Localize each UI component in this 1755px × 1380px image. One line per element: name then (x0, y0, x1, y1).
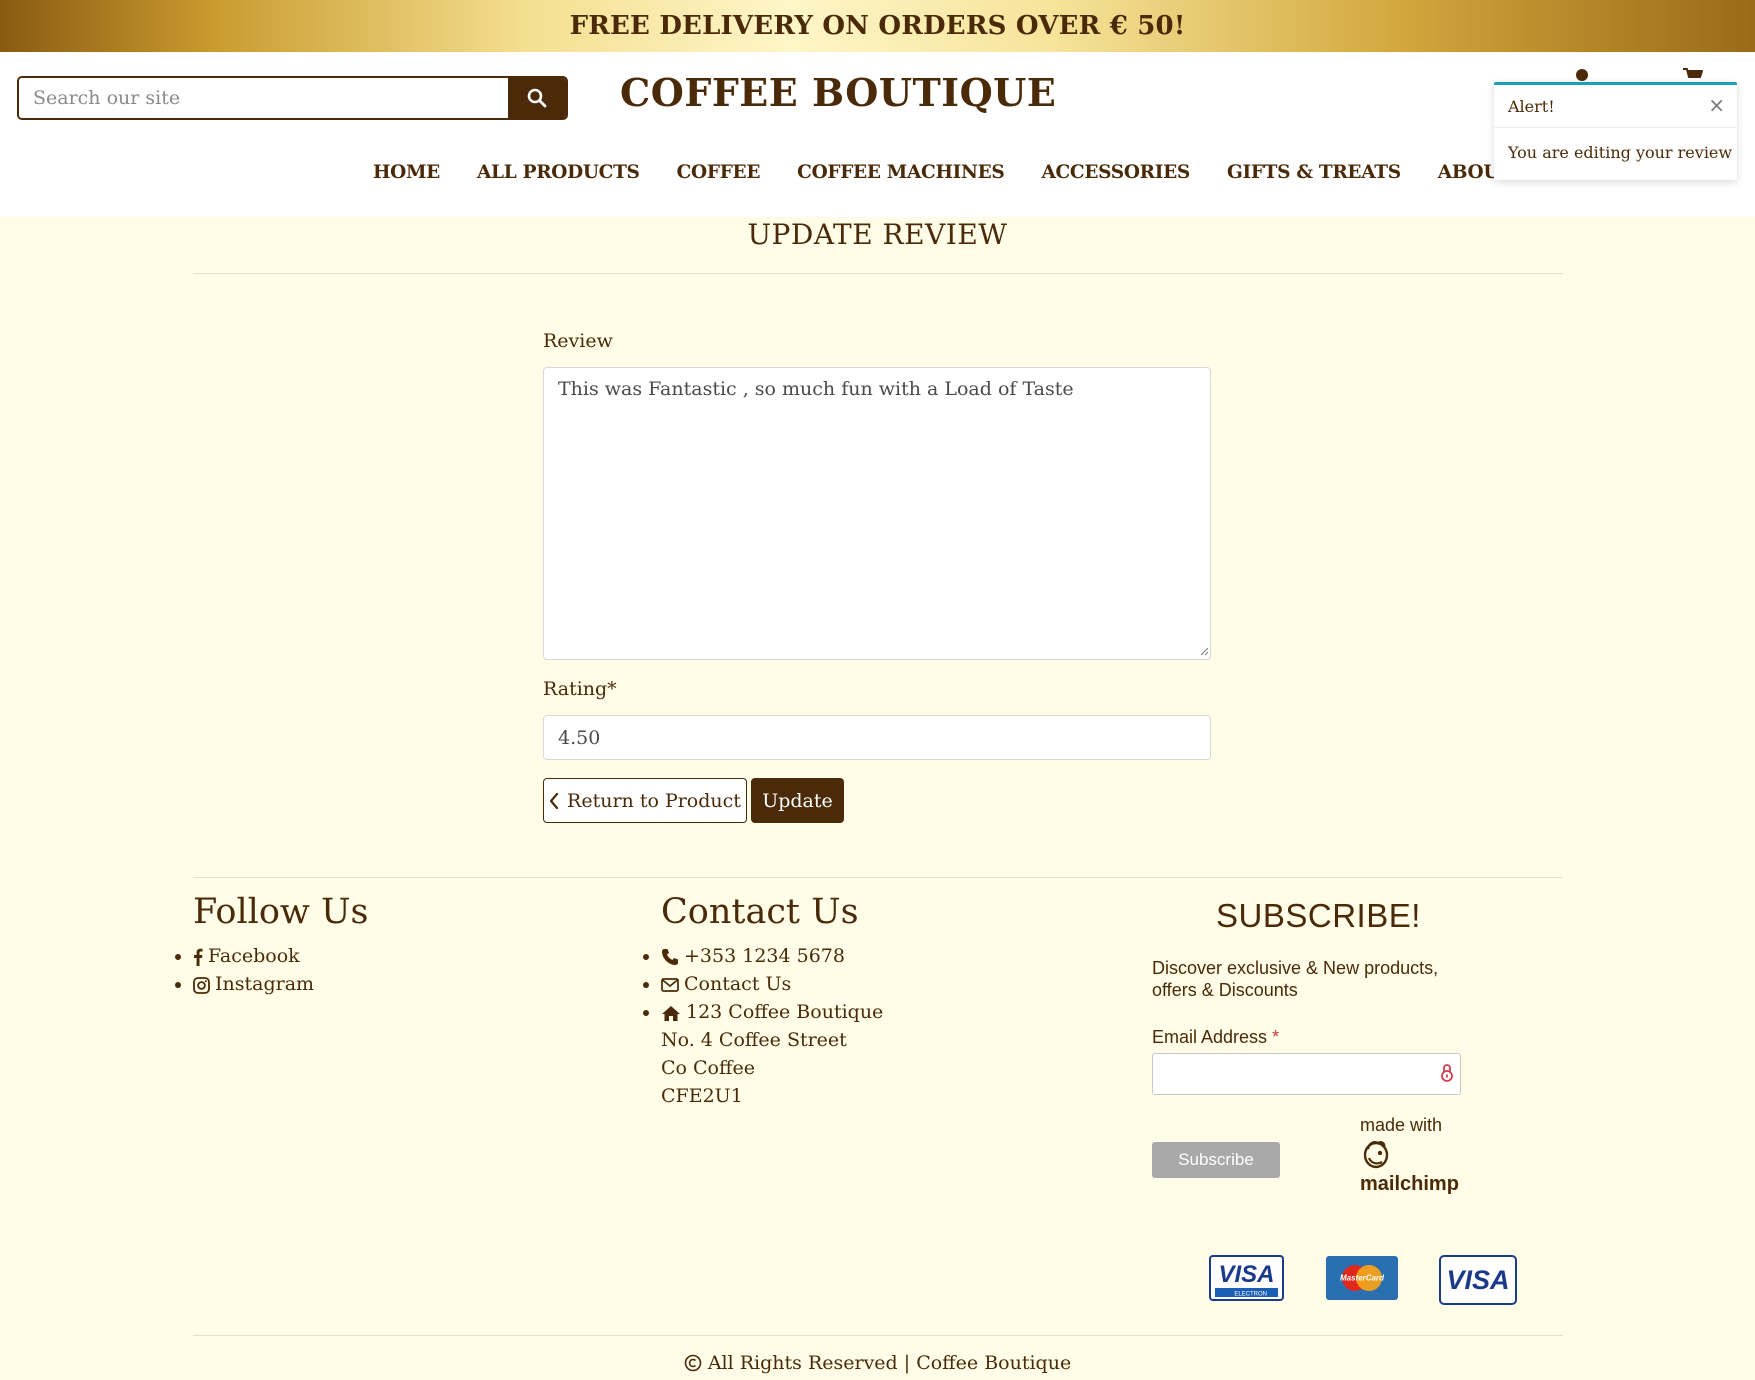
address-line-2: No. 4 Coffee Street (661, 1029, 847, 1051)
visa-electron-sub-label: ELECTRON (1234, 1292, 1267, 1298)
bottom-divider (193, 1335, 1563, 1336)
copyright: All Rights Reserved | Coffee Boutique (0, 1352, 1755, 1374)
email-field[interactable] (1152, 1053, 1461, 1095)
review-textarea[interactable]: This was Fantastic , so much fun with a … (543, 367, 1211, 660)
facebook-link[interactable]: Facebook (174, 942, 314, 970)
instagram-link[interactable]: Instagram (174, 970, 315, 998)
follow-us-heading: Follow Us (193, 892, 369, 932)
account-icon[interactable] (1576, 69, 1588, 81)
facebook-label: Facebook (208, 945, 300, 967)
toast-message: You are editing your review (1508, 143, 1733, 162)
return-button-label: Return to Product (567, 789, 741, 812)
mailchimp-icon[interactable] (1360, 1138, 1392, 1170)
subscribe-description: Discover exclusive & New products, offer… (1152, 958, 1439, 1000)
nav-all-products[interactable]: ALL PRODUCTS (477, 162, 640, 183)
visa-label: VISA (1446, 1265, 1509, 1295)
facebook-icon (194, 948, 203, 966)
instagram-label: Instagram (215, 973, 315, 995)
chevron-left-icon (549, 792, 559, 809)
password-manager-icon[interactable] (1438, 1063, 1456, 1083)
page-title: UPDATE REVIEW (747, 218, 1008, 251)
promo-banner-text: FREE DELIVERY ON ORDERS OVER € 50! (569, 11, 1186, 41)
search-button[interactable] (508, 78, 566, 118)
nav-accessories[interactable]: ACCESSORIES (1041, 162, 1190, 183)
contact-link[interactable]: Contact Us (642, 970, 883, 998)
search-form (17, 76, 568, 120)
instagram-icon (193, 976, 210, 994)
phone-item[interactable]: +353 1234 5678 (642, 942, 883, 970)
resize-handle-icon[interactable] (1199, 646, 1209, 656)
alert-toast: Alert! × You are editing your review (1494, 82, 1737, 180)
envelope-icon (661, 978, 679, 992)
mailchimp-brand: mailchimp (1360, 1173, 1459, 1195)
copyright-icon (684, 1354, 702, 1372)
promo-banner: FREE DELIVERY ON ORDERS OVER € 50! (0, 0, 1755, 52)
main-nav: HOME ALL PRODUCTS COFFEE COFFEE MACHINES… (373, 162, 1513, 183)
mastercard-label: MasterCard (1340, 1274, 1385, 1283)
visa-electron-label: VISA (1218, 1261, 1274, 1288)
site-header: COFFEE BOUTIQUE HOME ALL PRODUCTS COFFEE… (0, 52, 1755, 217)
social-links: Facebook Instagram (174, 942, 315, 998)
required-mark: * (1272, 1027, 1280, 1047)
made-with-text: made with (1360, 1115, 1443, 1135)
home-icon (662, 1005, 680, 1021)
subscribe-button[interactable]: Subscribe (1152, 1142, 1280, 1178)
site-logo[interactable]: COFFEE BOUTIQUE (620, 70, 1056, 115)
subscribe-heading: SUBSCRIBE! (1216, 897, 1421, 934)
mastercard-icon: MasterCard (1326, 1256, 1398, 1300)
address-line-1: 123 Coffee Boutique (686, 1001, 884, 1023)
toast-divider (1494, 127, 1737, 128)
visa-card-icon: VISA (1439, 1255, 1517, 1305)
toast-title: Alert! (1508, 97, 1555, 116)
email-label: Email Address * (1152, 1027, 1279, 1048)
nav-home[interactable]: HOME (373, 162, 440, 183)
footer-divider (193, 877, 1563, 878)
search-icon (527, 88, 547, 108)
return-to-product-button[interactable]: Return to Product (543, 778, 747, 823)
contact-us-heading: Contact Us (661, 892, 859, 932)
contact-link-label: Contact Us (684, 973, 792, 995)
contact-list: +353 1234 5678 Contact Us 123 Coffee Bou… (642, 942, 884, 1110)
phone-number: +353 1234 5678 (684, 945, 845, 967)
nav-coffee[interactable]: COFFEE (677, 162, 761, 183)
address-item: 123 Coffee Boutique (642, 998, 884, 1026)
nav-gifts-treats[interactable]: GIFTS & TREATS (1227, 162, 1401, 183)
nav-coffee-machines[interactable]: COFFEE MACHINES (797, 162, 1005, 183)
rating-label: Rating* (543, 678, 617, 700)
update-button[interactable]: Update (751, 778, 844, 823)
visa-electron-card-icon: VISA ELECTRON (1209, 1255, 1284, 1301)
copyright-text: All Rights Reserved | Coffee Boutique (707, 1352, 1072, 1374)
cart-icon[interactable] (1682, 68, 1704, 82)
phone-icon (662, 949, 678, 965)
close-icon[interactable]: × (1708, 93, 1725, 117)
rating-input[interactable] (543, 715, 1211, 760)
email-label-text: Email Address (1152, 1027, 1268, 1047)
review-label: Review (543, 330, 613, 352)
search-input[interactable] (19, 78, 508, 118)
address-line-3: Co Coffee (661, 1057, 755, 1079)
address-line-4: CFE2U1 (661, 1085, 743, 1107)
divider (193, 273, 1563, 274)
